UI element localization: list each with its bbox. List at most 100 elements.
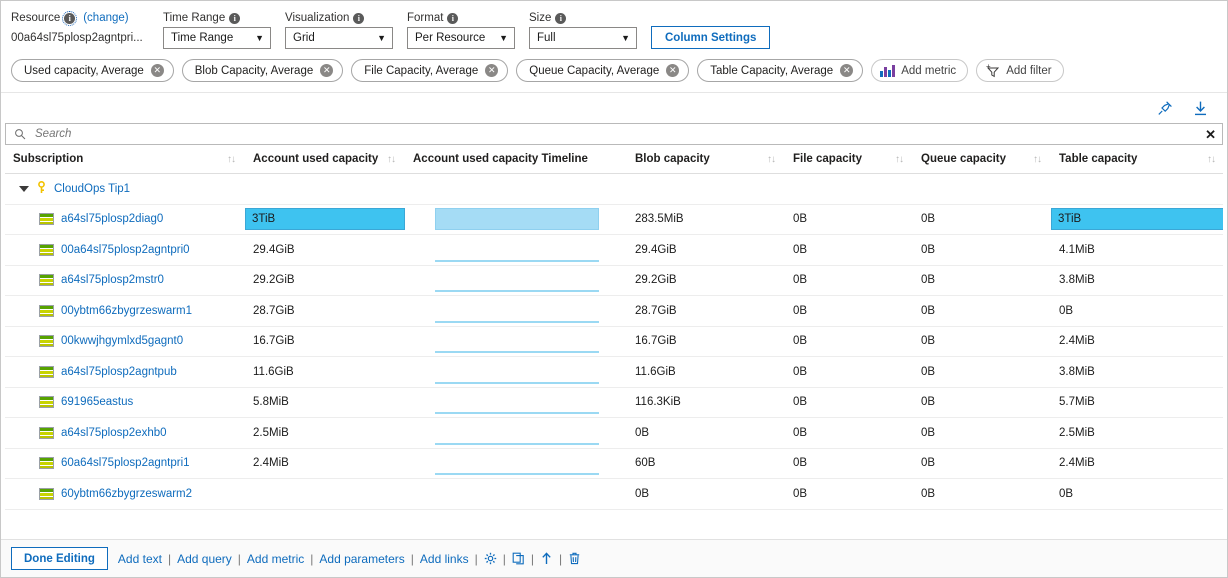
visualization-select[interactable]: Grid ▼	[285, 27, 393, 49]
move-up-icon[interactable]	[540, 552, 553, 565]
sort-icon[interactable]: ↑↓	[227, 154, 239, 165]
resource-link[interactable]: a64sl75plosp2diag0	[61, 213, 163, 225]
search-bar[interactable]: ✕	[5, 123, 1223, 145]
add-links-link[interactable]: Add links	[420, 552, 469, 566]
resource-link[interactable]: 691965eastus	[61, 396, 133, 408]
column-header-account-used-capacity-timeline[interactable]: Account used capacity Timeline	[405, 145, 627, 174]
chip-label: Queue Capacity, Average	[529, 64, 660, 77]
pin-icon[interactable]	[1157, 100, 1174, 117]
chip-blob-capacity[interactable]: Blob Capacity, Average ✕	[181, 59, 344, 82]
sort-icon[interactable]: ↑↓	[387, 154, 399, 165]
info-icon[interactable]: i	[555, 12, 567, 24]
add-parameters-link[interactable]: Add parameters	[319, 552, 404, 566]
time-range-select[interactable]: Time Range ▼	[163, 27, 271, 49]
info-icon[interactable]: i	[62, 10, 78, 26]
gear-icon[interactable]	[484, 552, 497, 565]
search-input[interactable]	[33, 127, 1206, 141]
workbook-panel: Resource i (change) 00a64sl75plosp2agntp…	[0, 0, 1228, 578]
column-header-account-used-capacity[interactable]: Account used capacity ↑↓	[245, 145, 405, 174]
table-row[interactable]: 00a64sl75plosp2agntpri0 29.4GiB 29.4GiB 0B 0…	[5, 234, 1223, 266]
close-icon[interactable]: ✕	[320, 64, 334, 77]
table-row[interactable]: a64sl75plosp2exhb0 2.5MiB 0B 0B 0B 2.5MiB	[5, 417, 1223, 449]
add-metric-button[interactable]: Add metric	[871, 59, 969, 82]
size-label-row: Size i	[529, 12, 637, 24]
sort-icon[interactable]: ↑↓	[1033, 154, 1045, 165]
sort-icon[interactable]: ↑↓	[895, 154, 907, 165]
delete-icon[interactable]	[568, 552, 581, 565]
info-icon[interactable]: i	[229, 12, 241, 24]
column-header-label: Blob capacity	[635, 153, 710, 165]
cell-subscription: 00a64sl75plosp2agntpri0	[5, 234, 245, 266]
add-text-link[interactable]: Add text	[118, 552, 162, 566]
cell-account-used-capacity: 3TiB	[245, 204, 405, 235]
resource-link[interactable]: a64sl75plosp2mstr0	[61, 274, 164, 286]
cell-account-used-capacity: 16.7GiB	[245, 326, 405, 357]
table-row[interactable]: 60ybtm66zbygrzeswarm2 0B 0B 0B 0B	[5, 478, 1223, 510]
chip-table-capacity[interactable]: Table Capacity, Average ✕	[697, 59, 864, 82]
storage-account-icon	[39, 457, 54, 470]
chip-file-capacity[interactable]: File Capacity, Average ✕	[351, 59, 509, 82]
close-icon[interactable]: ✕	[666, 64, 680, 77]
add-filter-button[interactable]: + Add filter	[976, 59, 1064, 82]
column-header-blob-capacity[interactable]: Blob capacity ↑↓	[627, 145, 785, 174]
resource-link[interactable]: 60ybtm66zbygrzeswarm2	[61, 488, 192, 500]
table-row[interactable]: 00kwwjhgymlxd5gagnt0 16.7GiB 16.7GiB 0B 0B 2.…	[5, 326, 1223, 357]
chip-queue-capacity[interactable]: Queue Capacity, Average ✕	[516, 59, 690, 82]
format-label-row: Format i	[407, 12, 515, 24]
table-row[interactable]: 60a64sl75plosp2agntpri1 2.4MiB 60B 0B 0B 2.4M…	[5, 448, 1223, 479]
resource-link[interactable]: a64sl75plosp2exhb0	[61, 427, 167, 439]
add-query-link[interactable]: Add query	[177, 552, 232, 566]
sparkline-area	[413, 206, 621, 232]
time-range-label: Time Range	[163, 12, 226, 24]
cell-account-used-capacity	[245, 478, 405, 510]
column-header-file-capacity[interactable]: File capacity ↑↓	[785, 145, 913, 174]
cell-value: 0B	[921, 365, 936, 378]
cell-value: 0B	[1059, 487, 1074, 500]
table-row[interactable]: 691965eastus 5.8MiB 116.3KiB 0B 0B 5.7MiB	[5, 387, 1223, 418]
resource-label: Resource	[11, 12, 61, 24]
cell-blob-capacity: 0B	[627, 417, 785, 449]
resource-link[interactable]: 00ybtm66zbygrzeswarm1	[61, 305, 192, 317]
size-select[interactable]: Full ▼	[529, 27, 637, 49]
sort-icon[interactable]: ↑↓	[767, 154, 779, 165]
sort-icon[interactable]: ↑↓	[1207, 154, 1219, 165]
resource-link[interactable]: 00a64sl75plosp2agntpri0	[61, 244, 190, 256]
format-select[interactable]: Per Resource ▼	[407, 27, 515, 49]
cell-value: 2.4MiB	[253, 457, 289, 470]
storage-account-icon	[39, 213, 54, 226]
resource-link[interactable]: a64sl75plosp2agntpub	[61, 366, 177, 378]
size-label: Size	[529, 12, 552, 24]
table-group-row[interactable]: CloudOps Tip1	[5, 173, 1223, 205]
resource-link[interactable]: 00kwwjhgymlxd5gagnt0	[61, 335, 183, 347]
results-grid: Subscription ↑↓ Account used capacity ↑↓…	[5, 145, 1223, 539]
column-header-queue-capacity[interactable]: Queue capacity ↑↓	[913, 145, 1051, 174]
editing-toolbar: Done Editing Add text | Add query | Add …	[1, 539, 1227, 577]
add-metric-link[interactable]: Add metric	[247, 552, 304, 566]
cell-blob-capacity: 60B	[627, 448, 785, 479]
cell-account-used-capacity: 28.7GiB	[245, 295, 405, 327]
close-icon[interactable]: ✕	[485, 64, 499, 77]
copy-icon[interactable]	[512, 552, 525, 565]
download-icon[interactable]	[1192, 100, 1209, 117]
column-settings-button[interactable]: Column Settings	[651, 26, 771, 49]
column-header-label: File capacity	[793, 153, 863, 165]
table-row[interactable]: 00ybtm66zbygrzeswarm1 28.7GiB 28.7GiB 0B 0B 0…	[5, 295, 1223, 327]
chip-used-capacity[interactable]: Used capacity, Average ✕	[11, 59, 174, 82]
close-icon[interactable]: ✕	[1205, 128, 1216, 141]
resource-change-link[interactable]: (change)	[83, 12, 128, 24]
cell-file-capacity: 0B	[785, 234, 913, 266]
chevron-down-icon[interactable]	[19, 185, 29, 192]
done-editing-button[interactable]: Done Editing	[11, 547, 108, 570]
close-icon[interactable]: ✕	[840, 64, 854, 77]
info-icon[interactable]: i	[447, 12, 459, 24]
close-icon[interactable]: ✕	[150, 64, 164, 77]
resource-link[interactable]: 60a64sl75plosp2agntpri1	[61, 457, 190, 469]
table-row[interactable]: a64sl75plosp2mstr0 29.2GiB 29.2GiB 0B 0B 3.8M…	[5, 265, 1223, 296]
column-header-subscription[interactable]: Subscription ↑↓	[5, 145, 245, 174]
table-row[interactable]: a64sl75plosp2agntpub 11.6GiB 11.6GiB 0B 0B 3.…	[5, 356, 1223, 388]
info-icon[interactable]: i	[353, 12, 365, 24]
metric-chips-row: Used capacity, Average ✕ Blob Capacity, …	[1, 55, 1227, 93]
column-header-table-capacity[interactable]: Table capacity ↑↓	[1051, 145, 1223, 174]
resource-value[interactable]: 00a64sl75plosp2agntpri...	[11, 27, 149, 49]
table-row[interactable]: a64sl75plosp2diag0 3TiB 283.5MiB 0B 0B 3TiB	[5, 204, 1223, 235]
